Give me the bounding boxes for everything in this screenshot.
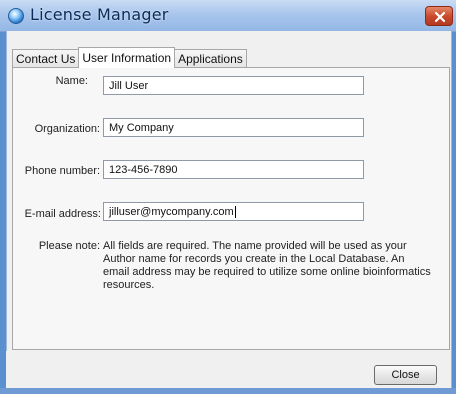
email-value: jilluser@mycompany.com [109,206,234,218]
phone-value: 123-456-7890 [109,164,178,176]
organization-value: My Company [109,122,174,134]
text-cursor [234,206,236,219]
close-button[interactable]: Close [374,365,437,385]
tab-strip: Contact Us User Information Applications [12,47,247,68]
email-field[interactable]: jilluser@mycompany.com [103,202,364,221]
phone-field[interactable]: 123-456-7890 [103,160,364,179]
note-label: Please note: [38,240,100,252]
name-label: Name: [55,75,88,87]
organization-label: Organization: [34,123,100,135]
name-value: Jill User [109,80,149,92]
window-bottom-border [0,388,456,394]
tab-user-information[interactable]: User Information [78,47,176,68]
organization-field[interactable]: My Company [103,118,364,137]
window-title: License Manager [30,5,169,24]
close-icon [434,11,446,23]
app-icon [8,8,24,24]
name-field[interactable]: Jill User [103,76,364,95]
tab-contact-us[interactable]: Contact Us [12,49,80,68]
window-close-button[interactable] [425,6,453,26]
email-label: E-mail address: [24,208,101,220]
phone-label: Phone number: [24,165,100,177]
tab-applications[interactable]: Applications [174,49,247,68]
license-manager-window: License Manager Contact Us User Informat… [0,0,456,394]
title-bar[interactable]: License Manager [0,0,456,32]
note-text: All fields are required. The name provid… [103,240,431,291]
